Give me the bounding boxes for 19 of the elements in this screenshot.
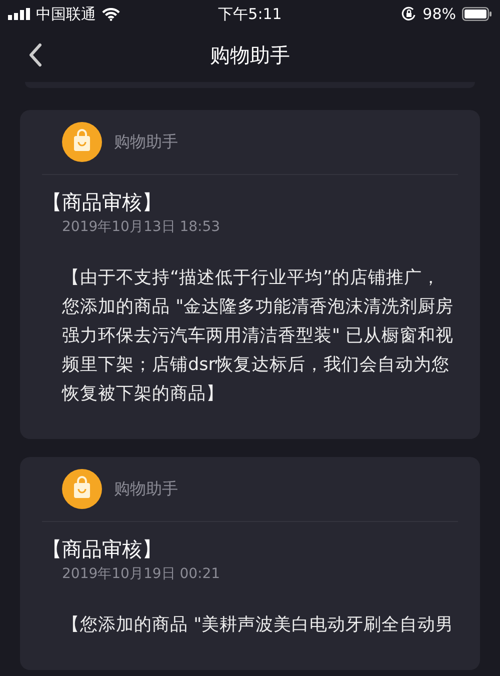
- battery-icon: [462, 7, 492, 21]
- message-title: 【商品审核】: [42, 536, 163, 563]
- sender-name: 购物助手: [114, 132, 178, 152]
- battery-percent: 98%: [422, 5, 456, 23]
- message-body: 【您添加的商品 "美耕声波美白电动牙刷全自动男: [61, 614, 455, 637]
- page-title: 购物助手: [210, 42, 290, 68]
- shopping-bag-icon: [62, 122, 102, 162]
- message-body: 【由于不支持“描述低于行业平均”的店铺推广，您添加的商品 "金达隆多功能清香泡沫清洗剂厨房强力环保去污汽车两用清洁香型装" 已从橱窗和视频里下架；店铺dsr恢复达标后，我们会自动为您恢复被下架的商品】: [60, 267, 455, 406]
- message-date: 2019年10月13日 18:53: [61, 218, 222, 236]
- shopping-bag-icon: [62, 469, 102, 509]
- message-title: 【商品审核】: [42, 189, 163, 216]
- signal-icon: [8, 8, 30, 20]
- rotation-lock-icon: [400, 6, 417, 22]
- sender-name: 购物助手: [114, 478, 178, 500]
- carrier-name: 中国联通: [36, 4, 96, 24]
- wifi-icon: [102, 8, 120, 20]
- back-icon[interactable]: [28, 43, 42, 67]
- message-date: 2019年10月19日 00:21: [61, 565, 222, 583]
- clock-time: 下午5:11: [218, 4, 282, 24]
